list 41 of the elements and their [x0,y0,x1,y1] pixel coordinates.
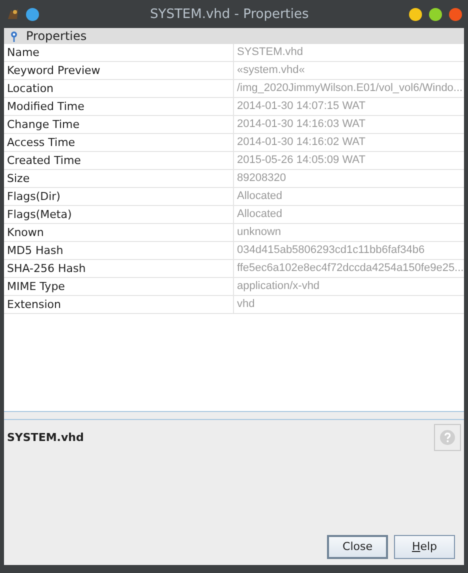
property-value: 2014-01-30 14:16:03 WAT [236,117,366,132]
property-value: application/x-vhd [236,279,321,294]
property-value: unknown [236,225,282,240]
property-name: Flags(Meta) [4,206,234,223]
property-name: Size [4,170,234,187]
app-icon [6,7,20,21]
property-name: Name [4,44,234,61]
property-value: Allocated [236,189,284,204]
property-value: vhd [236,297,256,312]
property-name: Flags(Dir) [4,188,234,205]
property-name: Keyword Preview [4,62,234,79]
property-name: Known [4,224,234,241]
dialog-button[interactable]: Close [327,535,388,559]
window-title: SYSTEM.vhd - Properties [150,6,309,24]
property-name: Location [4,80,234,97]
property-value: 2014-01-30 14:07:15 WAT [236,99,366,114]
property-name: SHA-256 Hash [4,260,234,277]
section-title: Properties [26,28,87,45]
close-button[interactable] [449,8,462,20]
property-value: «system.vhd« [236,63,306,78]
property-value: /img_2020JimmyWilson.E01/vol_vol6/Windo... [236,81,464,96]
property-name: MIME Type [4,278,234,295]
property-value: 034d415ab5806293cd1c11bb6faf34b6 [236,243,426,258]
property-value: 2014-01-30 14:16:02 WAT [236,135,366,150]
description-title: SYSTEM.vhd [7,430,84,446]
property-value: 89208320 [236,171,287,186]
property-name: MD5 Hash [4,242,234,259]
dialog-button[interactable]: Help [394,535,455,559]
help-icon [440,430,455,445]
property-name: Modified Time [4,98,234,115]
property-value: Allocated [236,207,284,222]
property-name: Created Time [4,152,234,169]
maximize-button[interactable] [429,8,442,20]
property-value: 2015-05-26 14:05:09 WAT [236,153,366,168]
pin-icon [10,30,18,42]
property-name: Change Time [4,116,234,133]
property-name: Access Time [4,134,234,151]
property-value: SYSTEM.vhd [236,45,304,60]
minimize-button[interactable] [409,8,422,20]
property-name: Extension [4,296,234,313]
property-value: ffe5ec6a102e8ec4f72dccda4254a150fe9e25... [236,261,465,276]
